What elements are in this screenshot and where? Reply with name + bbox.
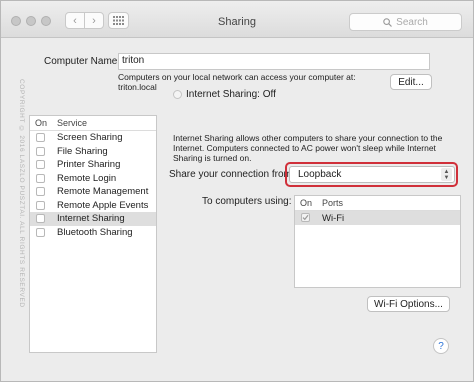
internet-sharing-description-1: Internet Sharing allows other computers … xyxy=(173,133,443,143)
share-from-value: Loopback xyxy=(298,169,342,180)
service-list: On Service Screen Sharing File Sharing P… xyxy=(29,115,157,353)
to-computers-label: To computers using: xyxy=(202,196,292,207)
internet-sharing-description-2: Internet. Computers connected to AC powe… xyxy=(173,143,436,153)
internet-sharing-status: Internet Sharing: Off xyxy=(186,89,276,100)
service-label: Internet Sharing xyxy=(57,213,125,224)
internet-sharing-status-indicator xyxy=(173,90,182,99)
service-checkbox[interactable] xyxy=(36,187,45,196)
service-label: Remote Login xyxy=(57,172,117,184)
search-field[interactable]: Search xyxy=(349,13,462,31)
service-checkbox[interactable] xyxy=(36,160,45,169)
sharing-window: ‹ › Sharing Search COPYRIGHT © 2016 LASZ… xyxy=(0,0,474,382)
ports-list: On Ports Wi-Fi xyxy=(294,195,461,288)
search-placeholder: Search xyxy=(396,16,428,28)
service-checkbox[interactable] xyxy=(36,200,45,210)
port-row-wifi[interactable]: Wi-Fi xyxy=(295,211,460,225)
title-bar: ‹ › Sharing Search xyxy=(1,1,473,38)
ports-column-ports-header: Ports xyxy=(322,198,344,208)
service-label: Printer Sharing xyxy=(57,159,121,170)
service-label: Bluetooth Sharing xyxy=(57,226,133,238)
computer-local-address: triton.local xyxy=(118,82,157,92)
port-checkbox[interactable] xyxy=(301,213,310,222)
copyright-watermark: COPYRIGHT © 2016 LASZLO PUSZTAI. ALL RIG… xyxy=(18,79,25,308)
service-row-remote-login[interactable]: Remote Login xyxy=(30,172,156,186)
help-button[interactable]: ? xyxy=(433,338,449,354)
port-label: Wi-Fi xyxy=(322,213,345,224)
checkmark-icon xyxy=(302,214,309,221)
ports-list-header: On Ports xyxy=(295,196,460,211)
service-row-screen-sharing[interactable]: Screen Sharing xyxy=(30,131,156,145)
service-checkbox[interactable] xyxy=(36,146,45,156)
service-label: Remote Management xyxy=(57,186,149,197)
share-from-popup[interactable]: Loopback ▲ ▼ xyxy=(289,166,455,183)
service-label: File Sharing xyxy=(57,145,108,157)
service-row-bluetooth-sharing[interactable]: Bluetooth Sharing xyxy=(30,226,156,240)
search-icon xyxy=(383,17,393,27)
service-label: Screen Sharing xyxy=(57,132,123,143)
question-mark-icon: ? xyxy=(438,340,444,352)
service-checkbox[interactable] xyxy=(36,214,45,223)
service-row-printer-sharing[interactable]: Printer Sharing xyxy=(30,158,156,172)
column-service-header: Service xyxy=(57,118,88,128)
share-from-label: Share your connection from: xyxy=(169,169,295,180)
service-list-header: On Service xyxy=(30,116,156,131)
computer-name-info: Computers on your local network can acce… xyxy=(118,72,356,82)
service-row-internet-sharing[interactable]: Internet Sharing xyxy=(30,212,156,226)
wifi-options-button[interactable]: Wi-Fi Options... xyxy=(367,296,450,312)
service-checkbox[interactable] xyxy=(36,133,45,142)
service-label: Remote Apple Events xyxy=(57,199,149,211)
internet-sharing-description-3: Sharing is turned on. xyxy=(173,153,252,163)
service-row-remote-management[interactable]: Remote Management xyxy=(30,185,156,199)
column-on-header: On xyxy=(35,118,48,128)
service-checkbox[interactable] xyxy=(36,173,45,183)
edit-button[interactable]: Edit... xyxy=(390,74,432,90)
service-row-remote-apple-events[interactable]: Remote Apple Events xyxy=(30,199,156,213)
service-row-file-sharing[interactable]: File Sharing xyxy=(30,145,156,159)
ports-column-on-header: On xyxy=(300,198,313,208)
computer-name-label: Computer Name: xyxy=(44,56,121,67)
computer-name-field[interactable]: triton xyxy=(118,53,430,70)
service-checkbox[interactable] xyxy=(36,227,45,237)
updown-chevron-icon: ▲ ▼ xyxy=(441,168,452,181)
